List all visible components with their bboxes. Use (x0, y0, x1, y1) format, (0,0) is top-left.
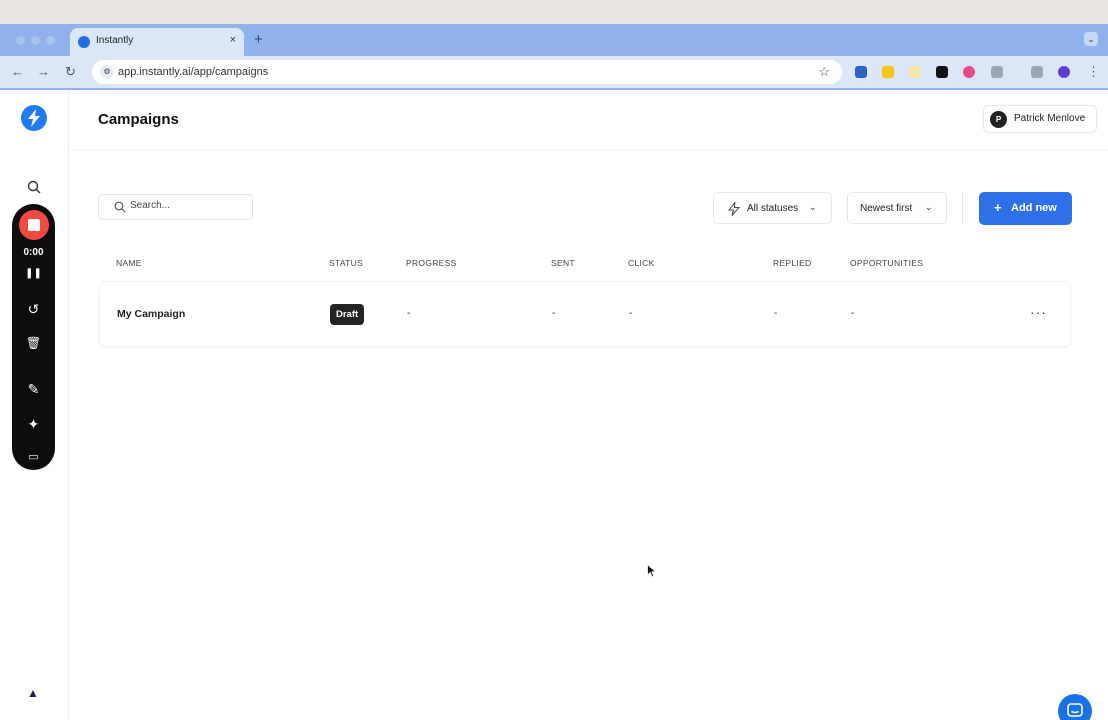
column-header-progress: PROGRESS (406, 258, 457, 268)
status-filter-dropdown[interactable]: All statuses ⌄ (713, 192, 832, 224)
page-header: Campaigns P Patrick Menlove (69, 90, 1108, 150)
sent-value: - (552, 308, 556, 319)
avatar: P (990, 111, 1007, 128)
url-text[interactable]: app.instantly.ai/app/campaigns (118, 66, 268, 78)
column-header-name: NAME (116, 258, 142, 268)
status-filter-label: All statuses (747, 203, 799, 214)
back-button[interactable]: ← (11, 64, 24, 79)
effects-icon[interactable]: ✦ (12, 416, 55, 433)
browser-window: Instantly × + ⌄ ← → ↻ ⚙ app.instantly.ai… (0, 24, 1108, 720)
add-new-label: Add new (1011, 202, 1057, 214)
column-header-sent: SENT (551, 258, 575, 268)
search-field[interactable] (98, 194, 253, 220)
window-close-control[interactable] (16, 36, 25, 45)
user-name: Patrick Menlove (1014, 113, 1086, 124)
mouse-cursor-icon (647, 564, 657, 578)
lightning-icon (728, 202, 740, 216)
opportunities-value: - (851, 308, 855, 319)
tab-title: Instantly (96, 35, 134, 46)
instantly-logo-icon[interactable] (21, 105, 47, 131)
reload-button[interactable]: ↻ (65, 64, 76, 80)
trash-icon[interactable]: 🗑 (12, 336, 55, 350)
new-tab-button[interactable]: + (254, 31, 263, 48)
table-row[interactable]: My Campaign Draft - - - - - ··· (99, 281, 1071, 347)
column-header-opportunities: OPPORTUNITIES (850, 258, 924, 268)
ext-blue-icon[interactable] (855, 66, 867, 78)
address-bar[interactable]: ⚙ app.instantly.ai/app/campaigns ☆ (92, 60, 842, 84)
stop-recording-button[interactable] (19, 210, 49, 240)
tab-search-button[interactable]: ⌄ (1084, 32, 1098, 46)
campaign-name[interactable]: My Campaign (117, 308, 185, 320)
click-value: - (629, 308, 633, 319)
ext-yellow-icon[interactable] (882, 66, 894, 78)
ext-sidepanel-icon[interactable] (1031, 66, 1043, 78)
column-header-click: CLICK (628, 258, 655, 268)
search-input[interactable] (130, 200, 245, 211)
progress-value: - (407, 308, 411, 319)
browser-toolbar: ← → ↻ ⚙ app.instantly.ai/app/campaigns ☆… (0, 56, 1108, 88)
screen-recorder-panel: 0:00 ❚❚ ↺ 🗑 ✎ ✦ ▭ (12, 204, 55, 470)
pause-icon[interactable]: ❚❚ (12, 268, 55, 279)
more-options-icon[interactable]: ··· (1030, 304, 1047, 320)
plus-icon: + (994, 200, 1002, 215)
window-minimize-control[interactable] (31, 36, 40, 45)
divider (962, 192, 963, 224)
bookmark-star-icon[interactable]: ☆ (818, 64, 830, 80)
instantly-favicon-icon (78, 36, 90, 48)
sort-dropdown[interactable]: Newest first ⌄ (847, 192, 947, 224)
camera-icon[interactable]: ▭ (12, 450, 55, 463)
window-zoom-control[interactable] (46, 36, 55, 45)
chevron-down-icon: ⌄ (925, 202, 933, 212)
ext-profile-icon[interactable] (1058, 66, 1070, 78)
column-header-replied: REPLIED (773, 258, 812, 268)
replied-value: - (774, 308, 778, 319)
ext-color-wheel-icon[interactable] (963, 66, 975, 78)
tab-close-icon[interactable]: × (230, 34, 236, 46)
support-chat-button[interactable] (1058, 694, 1092, 720)
pen-icon[interactable]: ✎ (12, 381, 55, 398)
column-header-status: STATUS (329, 258, 364, 268)
status-badge: Draft (330, 304, 365, 325)
search-icon (114, 201, 126, 213)
add-new-button[interactable]: + Add new (979, 192, 1072, 225)
instantly-app: 0:00 ❚❚ ↺ 🗑 ✎ ✦ ▭ ▲ Campaigns P Patrick … (0, 90, 1108, 720)
site-info-icon[interactable]: ⚙ (100, 65, 114, 79)
forward-button[interactable]: → (37, 64, 50, 79)
sidebar: 0:00 ❚❚ ↺ 🗑 ✎ ✦ ▭ ▲ (0, 90, 69, 720)
browser-tab[interactable]: Instantly × (70, 28, 244, 56)
ext-black-icon[interactable] (936, 66, 948, 78)
user-menu-button[interactable]: P Patrick Menlove (983, 105, 1097, 133)
recording-timer: 0:00 (23, 247, 44, 258)
chevron-down-icon: ⌄ (809, 202, 817, 212)
search-icon[interactable] (27, 180, 41, 194)
restart-icon[interactable]: ↺ (12, 301, 55, 318)
sort-label: Newest first (860, 203, 913, 214)
ext-puzzle-icon[interactable] (991, 66, 1003, 78)
page-title: Campaigns (98, 111, 179, 128)
tab-strip: Instantly × + ⌄ (0, 24, 1108, 56)
ext-folder-icon[interactable] (909, 66, 921, 78)
browser-menu-icon[interactable]: ⋮ (1087, 64, 1100, 80)
rocket-icon[interactable]: ▲ (27, 686, 39, 700)
chat-icon (1067, 703, 1083, 717)
